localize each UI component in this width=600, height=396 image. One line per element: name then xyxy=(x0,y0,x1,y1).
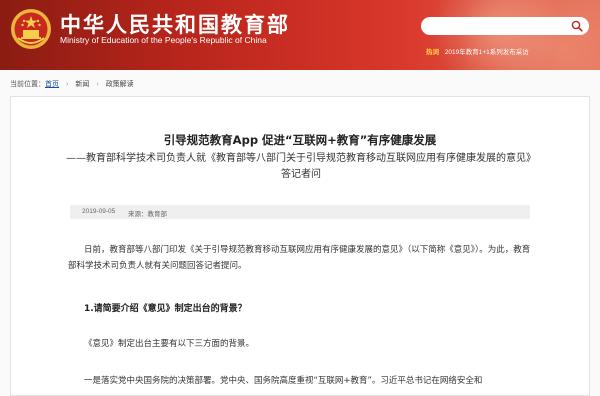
breadcrumb-policy[interactable]: 政策解读 xyxy=(106,79,134,89)
breadcrumb-news[interactable]: 新闻 xyxy=(75,79,89,89)
article-source: 来源：教育部 xyxy=(128,211,167,218)
breadcrumb: 当前位置： 首页 › 新闻 › 政策解读 xyxy=(10,78,134,90)
article-meta: 2019-09-05 来源：教育部 xyxy=(70,205,530,219)
article-subtitle: ——教育部科学技术司负责人就《教育部等八部门关于引导规范教育移动互联网应用有序健… xyxy=(66,153,536,180)
site-header: 中华人民共和国教育部 Ministry of Education of the … xyxy=(0,0,600,70)
hot-tag: 热词 xyxy=(426,49,439,56)
breadcrumb-separator-icon: › xyxy=(96,80,99,88)
hot-topic: 热词 2019年教育1+1系列发布采访 xyxy=(426,46,529,56)
site-subtitle: Ministry of Education of the People's Re… xyxy=(60,35,267,45)
search-input[interactable] xyxy=(429,19,561,33)
search-box xyxy=(421,17,589,35)
article-paragraph: 日前，教育部等八部门印发《关于引导规范教育移动互联网应用有序健康发展的意见》（以… xyxy=(68,245,531,271)
national-emblem-icon[interactable] xyxy=(10,8,52,50)
article-paragraph: 一是落实党中央国务院的决策部署。党中央、国务院高度重视“互联网+教育”。习近平总… xyxy=(84,376,483,386)
article-date: 2019-09-05 xyxy=(82,208,116,215)
hot-topic-link[interactable]: 2019年教育1+1系列发布采访 xyxy=(445,49,529,56)
search-icon[interactable] xyxy=(571,20,583,32)
article-paragraph: 《意见》制定出台主要有以下三方面的背景。 xyxy=(84,339,255,349)
breadcrumb-prefix: 当前位置： xyxy=(10,81,45,88)
section-heading: 1.请简要介绍《意见》制定出台的背景？ xyxy=(84,304,247,314)
article-title: 引导规范教育App 促进“互联网+教育”有序健康发展 xyxy=(163,133,437,147)
breadcrumb-home[interactable]: 首页 xyxy=(45,79,59,89)
breadcrumb-separator-icon: › xyxy=(66,80,69,88)
